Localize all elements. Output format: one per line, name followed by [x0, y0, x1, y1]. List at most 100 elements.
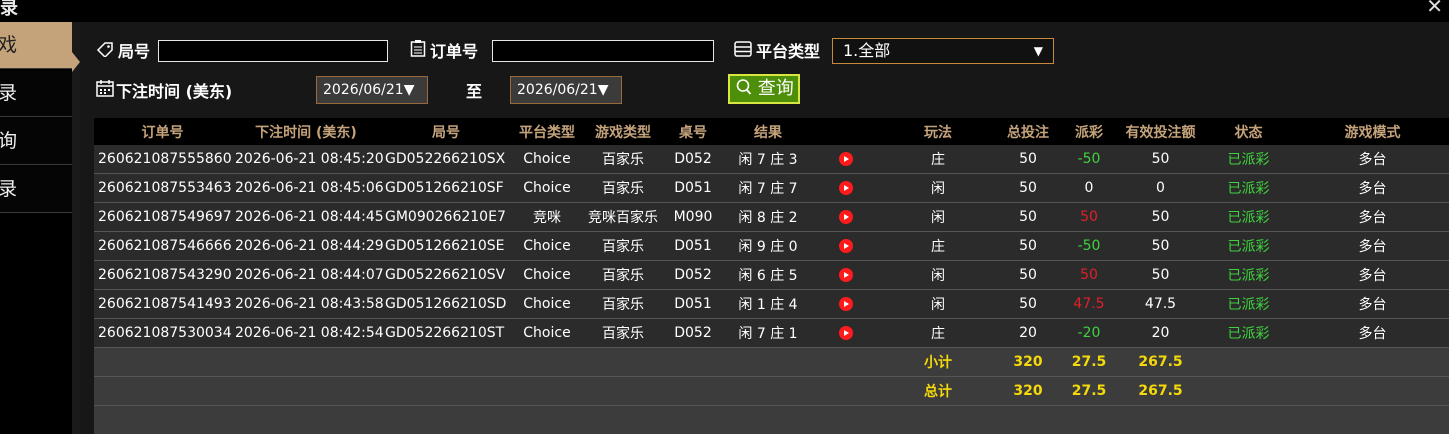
cell-replay	[813, 289, 878, 319]
play-icon[interactable]	[838, 181, 853, 195]
cell-total-bet: 50	[998, 231, 1058, 261]
order-label-text: 订单号	[430, 42, 479, 61]
cell-round-no: GD052266210ST	[381, 318, 511, 348]
cell-table-no: D051	[663, 289, 723, 319]
cell-game-type: 百家乐	[583, 289, 663, 319]
cell-game-type: 百家乐	[583, 318, 663, 348]
cell-play: 庄	[878, 145, 998, 174]
cell-result: 闲 7 庄 1	[723, 318, 813, 348]
cell-platform: 竞咪	[511, 202, 583, 232]
sum-cell	[381, 376, 511, 406]
col-header-status: 状态	[1201, 118, 1296, 145]
col-header-replay	[813, 118, 878, 145]
cell-table-no: D052	[663, 318, 723, 348]
cell-play: 庄	[878, 231, 998, 261]
cell-payout: -50	[1058, 145, 1120, 174]
cell-payout: -50	[1058, 231, 1120, 261]
col-header-platform: 平台类型	[511, 118, 583, 145]
play-icon[interactable]	[838, 297, 853, 311]
sidebar-item-label: 戏	[0, 34, 18, 56]
search-icon	[736, 78, 758, 99]
query-button[interactable]: 查询	[728, 74, 800, 104]
cell-table-no: M090	[663, 202, 723, 232]
sidebar-item-record-2[interactable]: 录	[0, 166, 72, 213]
sum-cell	[1296, 376, 1449, 406]
cell-table-no: D051	[663, 173, 723, 203]
table-row: 260621087530034 2026-06-21 08:42:54 GD0522…	[94, 318, 1449, 348]
cell-platform: Choice	[511, 145, 583, 174]
play-icon[interactable]	[838, 210, 853, 224]
total-row-total-bet: 320	[998, 376, 1058, 406]
cell-game-mode: 多台	[1296, 231, 1449, 261]
sum-cell	[231, 347, 381, 377]
round-input[interactable]	[158, 40, 388, 62]
order-number-input[interactable]	[492, 40, 714, 62]
cell-status: 已派彩	[1201, 289, 1296, 319]
table-header-row: 订单号 下注时间 (美东) 局号 平台类型 游戏类型 桌号 结果 玩法 总投注 …	[94, 118, 1449, 145]
sum-cell	[583, 347, 663, 377]
sidebar-item-label: 询	[0, 130, 18, 152]
col-header-valid-bet: 有效投注额	[1120, 118, 1201, 145]
subtotal-row-payout: 27.5	[1058, 347, 1120, 377]
sidebar-item-record[interactable]: 录	[0, 70, 72, 117]
platform-select[interactable]: 1.全部 ▼	[832, 38, 1054, 64]
play-icon[interactable]	[838, 326, 853, 340]
sum-cell	[94, 347, 231, 377]
date-to-picker[interactable]: 2026/06/21▼	[510, 76, 622, 104]
platform-label-text: 平台类型	[756, 42, 821, 61]
cell-result: 闲 8 庄 2	[723, 202, 813, 232]
col-header-play: 玩法	[878, 118, 998, 145]
sidebar-item-game[interactable]: 戏	[0, 22, 72, 69]
sum-cell	[1201, 347, 1296, 377]
sum-cell	[583, 376, 663, 406]
play-icon[interactable]	[838, 239, 853, 253]
sidebar-item-query[interactable]: 询	[0, 118, 72, 165]
table-row: 260621087541493 2026-06-21 08:43:58 GD0512…	[94, 289, 1449, 319]
cell-result: 闲 6 庄 5	[723, 260, 813, 290]
cell-replay	[813, 145, 878, 174]
cell-round-no: GM090266210E7	[381, 202, 511, 232]
cell-valid-bet: 0	[1120, 173, 1201, 203]
cell-bet-time: 2026-06-21 08:44:45	[231, 202, 384, 232]
cell-platform: Choice	[511, 318, 583, 348]
platform-select-value: 1.全部	[843, 41, 891, 60]
col-header-game-mode: 游戏模式	[1296, 118, 1449, 145]
close-icon[interactable]: ✕	[1426, 0, 1443, 18]
cell-valid-bet: 50	[1120, 231, 1201, 261]
cell-status: 已派彩	[1201, 202, 1296, 232]
cell-game-mode: 多台	[1296, 145, 1449, 174]
cell-total-bet: 20	[998, 318, 1058, 348]
cell-play: 闲	[878, 289, 998, 319]
cell-valid-bet: 50	[1120, 260, 1201, 290]
col-header-result: 结果	[723, 118, 813, 145]
sum-cell	[663, 376, 723, 406]
cell-round-no: GD051266210SF	[381, 173, 511, 203]
cell-status: 已派彩	[1201, 318, 1296, 348]
total-row-label: 总计	[878, 376, 998, 406]
col-header-bet-time: 下注时间 (美东)	[231, 118, 381, 145]
cell-status: 已派彩	[1201, 231, 1296, 261]
cell-payout: 50	[1058, 202, 1120, 232]
sum-cell	[663, 347, 723, 377]
date-from-picker[interactable]: 2026/06/21▼	[316, 76, 428, 104]
play-icon[interactable]	[838, 268, 853, 282]
round-label-text: 局号	[118, 42, 151, 61]
sum-cell	[511, 376, 583, 406]
query-button-label: 查询	[757, 78, 794, 99]
main-panel: 局号 订单号 平台类型 1.全部 ▼ 下注时间 (美东) 2026/06/21▼…	[80, 22, 1449, 434]
cell-order-no: 260621087555860	[94, 145, 232, 174]
cell-round-no: GD051266210SD	[381, 289, 511, 319]
bet-record-table: 订单号 下注时间 (美东) 局号 平台类型 游戏类型 桌号 结果 玩法 总投注 …	[94, 118, 1449, 434]
col-header-table-no: 桌号	[663, 118, 723, 145]
sum-cell	[813, 347, 878, 377]
cell-replay	[813, 173, 878, 203]
cell-result: 闲 9 庄 0	[723, 231, 813, 261]
cell-round-no: GD052266210SV	[381, 260, 511, 290]
cell-valid-bet: 20	[1120, 318, 1201, 348]
cell-play: 闲	[878, 202, 998, 232]
cell-bet-time: 2026-06-21 08:44:29	[231, 231, 384, 261]
cell-round-no: GD051266210SE	[381, 231, 511, 261]
play-icon[interactable]	[838, 152, 853, 166]
tag-icon	[96, 41, 114, 61]
cell-payout: 0	[1058, 173, 1120, 203]
